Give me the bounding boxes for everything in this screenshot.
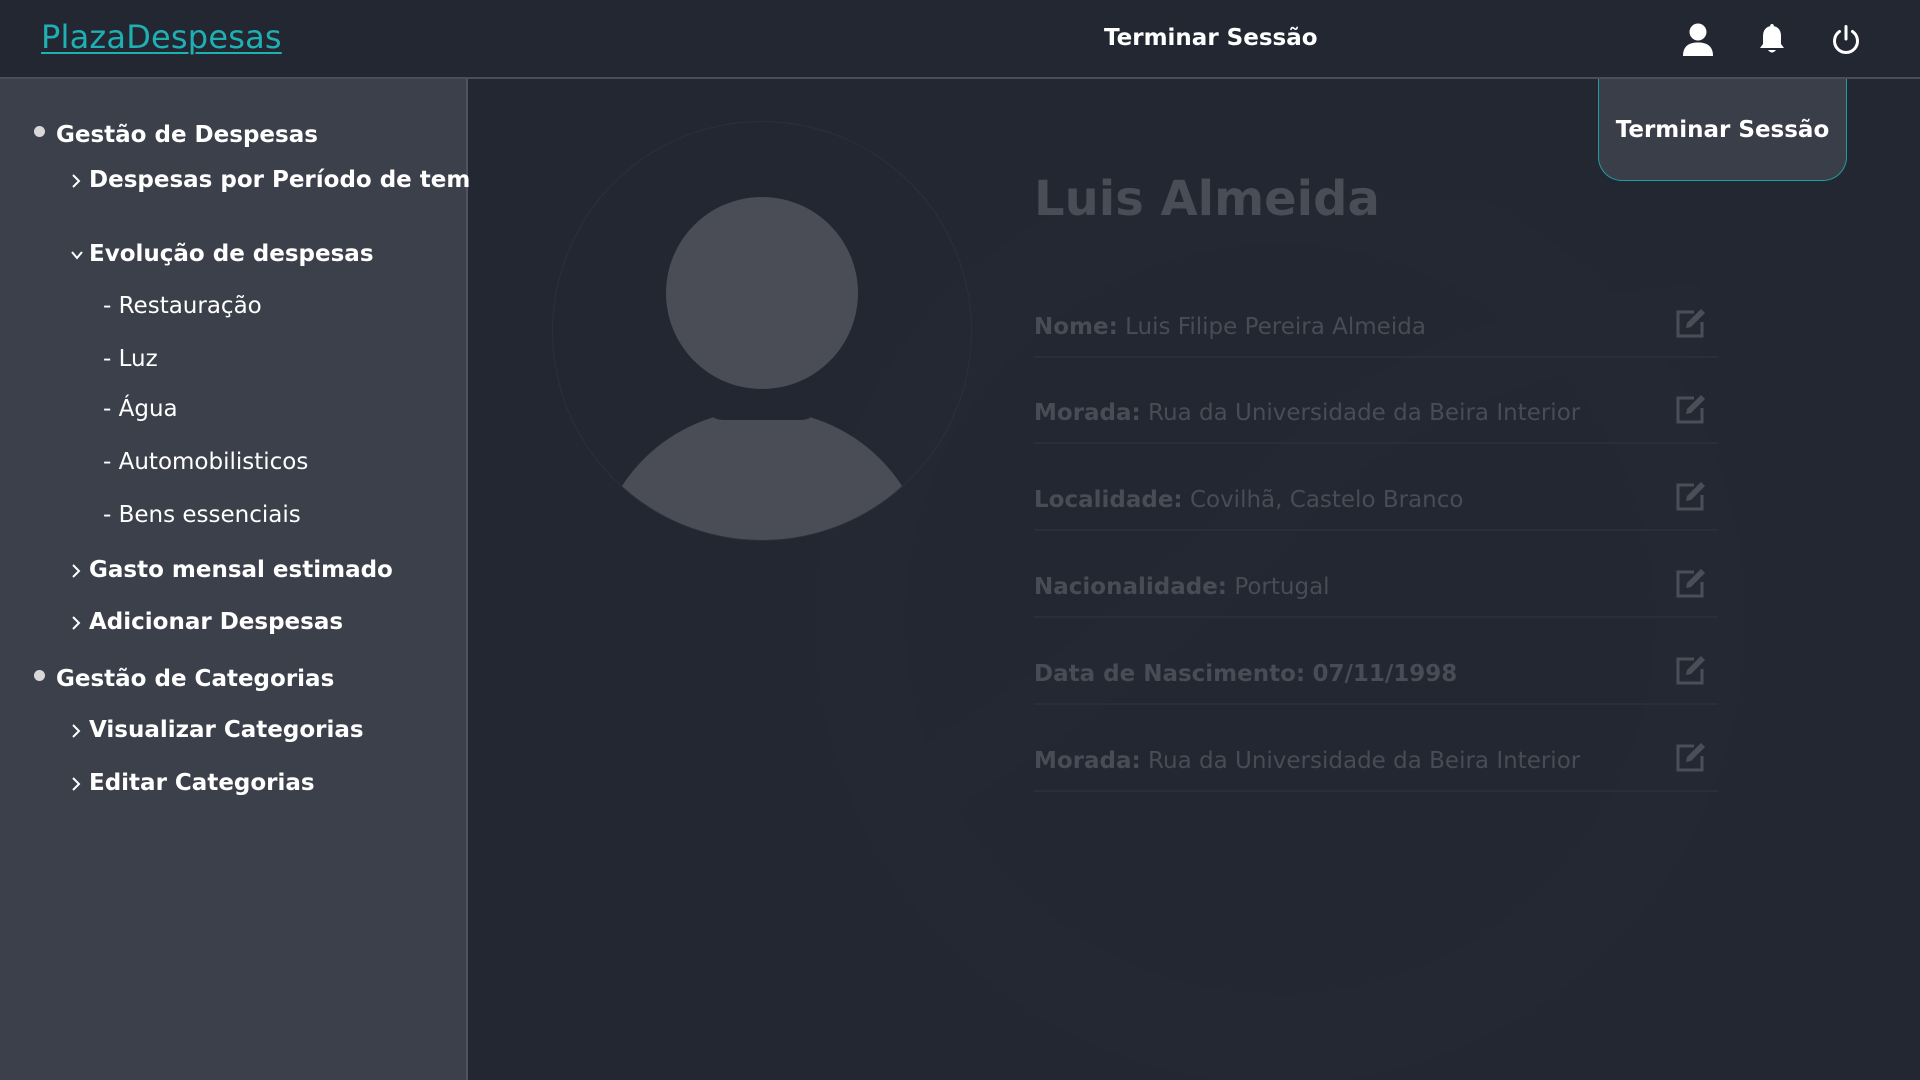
sidebar-subitem-agua[interactable]: - Água xyxy=(103,396,178,422)
sidebar-section-gestao-categorias[interactable]: Gestão de Categorias xyxy=(34,666,334,692)
sidebar-item-label: Adicionar Despesas xyxy=(89,609,344,635)
field-row-nacionalidade: Nacionalidade: Portugal xyxy=(1034,534,1718,618)
user-icon[interactable] xyxy=(1678,20,1718,60)
edit-icon[interactable] xyxy=(1672,479,1708,515)
field-text: Morada: Rua da Universidade da Beira Int… xyxy=(1034,748,1580,774)
profile-name: Luis Almeida xyxy=(1034,171,1380,227)
field-row-morada-2: Morada: Rua da Universidade da Beira Int… xyxy=(1034,708,1718,792)
avatar-head-shape xyxy=(666,197,858,389)
logout-label[interactable]: Terminar Sessão xyxy=(1104,25,1318,51)
sidebar-section-label: Gestão de Categorias xyxy=(56,666,335,692)
sidebar: Gestão de Despesas Despesas por Período … xyxy=(0,79,503,1080)
avatar-body-shape xyxy=(595,410,929,540)
profile-panel: Luis Almeida Nome: Luis Filipe Pereira A… xyxy=(470,79,1920,1080)
field-text: Data de Nascimento: 07/11/1998 xyxy=(1034,661,1457,687)
field-value: Luis Filipe Pereira Almeida xyxy=(1125,314,1426,340)
field-value: 07/11/1998 xyxy=(1312,661,1458,687)
sidebar-item-despesas-periodo[interactable]: Despesas por Período de tempo xyxy=(69,167,503,193)
field-label: Nome: xyxy=(1034,314,1118,340)
field-row-nome: Nome: Luis Filipe Pereira Almeida xyxy=(1034,274,1718,358)
field-label: Nacionalidade: xyxy=(1034,574,1227,600)
sidebar-item-gasto-mensal[interactable]: Gasto mensal estimado xyxy=(69,557,393,583)
top-bar: PlazaDespesas Terminar Sessão xyxy=(0,0,1920,79)
sidebar-subitem-bens-essenciais[interactable]: - Bens essenciais xyxy=(103,502,301,528)
bullet-icon xyxy=(34,670,45,681)
sidebar-subitem-automobilisticos[interactable]: - Automobilisticos xyxy=(103,449,308,475)
sidebar-item-label: Visualizar Categorias xyxy=(89,717,364,743)
bell-icon[interactable] xyxy=(1752,20,1792,60)
edit-icon[interactable] xyxy=(1672,653,1708,689)
sidebar-item-label: Despesas por Período de tempo xyxy=(89,167,503,193)
field-label: Morada: xyxy=(1034,400,1141,426)
chevron-right-icon xyxy=(69,171,87,191)
chevron-right-icon xyxy=(69,613,87,633)
brand-logo-link[interactable]: PlazaDespesas xyxy=(41,18,282,56)
logout-dropdown-label: Terminar Sessão xyxy=(1615,116,1830,143)
field-value: Portugal xyxy=(1234,574,1330,600)
field-label: Localidade: xyxy=(1034,487,1183,513)
avatar xyxy=(552,121,972,541)
field-text: Nacionalidade: Portugal xyxy=(1034,574,1330,600)
chevron-right-icon xyxy=(69,774,87,794)
sidebar-subitem-restauracao[interactable]: - Restauração xyxy=(103,293,262,319)
field-value: Rua da Universidade da Beira Interior xyxy=(1148,748,1581,774)
field-text: Nome: Luis Filipe Pereira Almeida xyxy=(1034,314,1426,340)
logout-dropdown-button[interactable]: Terminar Sessão xyxy=(1598,79,1847,181)
sidebar-subitem-luz[interactable]: - Luz xyxy=(103,346,158,372)
sidebar-section-label: Gestão de Despesas xyxy=(56,122,318,148)
power-icon[interactable] xyxy=(1826,20,1866,60)
sidebar-item-adicionar-despesas[interactable]: Adicionar Despesas xyxy=(69,609,343,635)
field-text: Morada: Rua da Universidade da Beira Int… xyxy=(1034,400,1580,426)
sidebar-item-label: Gasto mensal estimado xyxy=(89,557,393,583)
field-value: Rua da Universidade da Beira Interior xyxy=(1148,400,1581,426)
sidebar-item-label: Evolução de despesas xyxy=(89,241,374,267)
sidebar-item-visualizar-categorias[interactable]: Visualizar Categorias xyxy=(69,717,364,743)
bullet-icon xyxy=(34,126,45,137)
sidebar-item-label: Editar Categorias xyxy=(89,770,315,796)
avatar-neck-shape xyxy=(703,400,821,420)
field-text: Localidade: Covilhã, Castelo Branco xyxy=(1034,487,1463,513)
edit-icon[interactable] xyxy=(1672,740,1708,776)
chevron-down-icon xyxy=(69,245,87,265)
field-row-data-nascimento: Data de Nascimento: 07/11/1998 xyxy=(1034,621,1718,705)
sidebar-item-evolucao-despesas[interactable]: Evolução de despesas xyxy=(69,241,374,267)
edit-icon[interactable] xyxy=(1672,306,1708,342)
sidebar-item-editar-categorias[interactable]: Editar Categorias xyxy=(69,770,315,796)
field-value: Covilhã, Castelo Branco xyxy=(1189,487,1464,513)
edit-icon[interactable] xyxy=(1672,392,1708,428)
chevron-right-icon xyxy=(69,721,87,741)
edit-icon[interactable] xyxy=(1672,566,1708,602)
field-label: Data de Nascimento: xyxy=(1034,661,1306,687)
field-label: Morada: xyxy=(1034,748,1141,774)
sidebar-section-gestao-despesas[interactable]: Gestão de Despesas xyxy=(34,122,318,148)
field-row-localidade: Localidade: Covilhã, Castelo Branco xyxy=(1034,447,1718,531)
field-row-morada: Morada: Rua da Universidade da Beira Int… xyxy=(1034,360,1718,444)
chevron-right-icon xyxy=(69,561,87,581)
